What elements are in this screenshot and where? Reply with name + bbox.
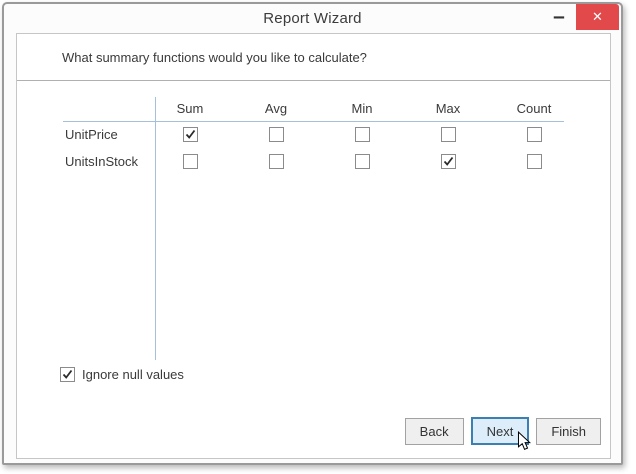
cell-unitprice-count xyxy=(491,121,577,148)
checkbox-unitprice-count[interactable] xyxy=(526,127,542,142)
checkbox-unitprice-sum[interactable] xyxy=(182,127,198,142)
checkbox-unitprice-max[interactable] xyxy=(440,127,456,142)
row-label-unitsinstock: UnitsInStock xyxy=(65,154,138,169)
checkbox-unitsinstock-sum[interactable] xyxy=(182,154,198,169)
ignore-null-checkbox[interactable] xyxy=(60,367,75,382)
cell-unitsinstock-avg xyxy=(233,148,319,175)
row-label-unitprice: UnitPrice xyxy=(65,127,118,142)
minimize-button[interactable]: – xyxy=(550,6,568,28)
table-corner xyxy=(65,96,147,121)
cell-unitprice-min xyxy=(319,121,405,148)
wizard-footer: Back Next Finish xyxy=(404,417,601,445)
close-button[interactable]: ✕ xyxy=(576,4,619,30)
cell-unitsinstock-sum xyxy=(147,148,233,175)
cell-unitprice-avg xyxy=(233,121,319,148)
cell-unitsinstock-count xyxy=(491,148,577,175)
checkbox-unitsinstock-min[interactable] xyxy=(354,154,370,169)
next-button[interactable]: Next xyxy=(470,417,530,445)
summary-functions-table: Sum Avg Min Max Count UnitPrice UnitsInStock xyxy=(65,96,577,175)
check-icon xyxy=(185,129,195,139)
checkbox-unitsinstock-count[interactable] xyxy=(526,154,542,169)
finish-button[interactable]: Finish xyxy=(536,418,601,445)
cell-unitprice-sum xyxy=(147,121,233,148)
check-icon xyxy=(443,156,453,166)
column-header-min: Min xyxy=(351,101,373,116)
content-panel: What summary functions would you like to… xyxy=(16,33,611,459)
checkbox-unitprice-min[interactable] xyxy=(354,127,370,142)
checkbox-unitsinstock-max[interactable] xyxy=(440,154,456,169)
cell-unitsinstock-max xyxy=(405,148,491,175)
column-header-sum: Sum xyxy=(176,101,204,116)
cell-unitsinstock-min xyxy=(319,148,405,175)
column-header-avg: Avg xyxy=(264,101,288,116)
close-icon: ✕ xyxy=(592,9,603,24)
window-title: Report Wizard xyxy=(263,10,362,27)
titlebar[interactable]: Report Wizard – ✕ xyxy=(4,4,621,33)
report-wizard-window: Report Wizard – ✕ What summary functions… xyxy=(2,2,623,465)
ignore-null-label: Ignore null values xyxy=(82,367,184,382)
back-button[interactable]: Back xyxy=(404,418,464,445)
ignore-null-option: Ignore null values xyxy=(60,367,184,382)
wizard-question: What summary functions would you like to… xyxy=(17,34,610,81)
checkbox-unitsinstock-avg[interactable] xyxy=(268,154,284,169)
checkbox-unitprice-avg[interactable] xyxy=(268,127,284,142)
cell-unitprice-max xyxy=(405,121,491,148)
check-icon xyxy=(62,369,73,379)
column-header-max: Max xyxy=(435,101,461,116)
column-header-count: Count xyxy=(516,101,552,116)
